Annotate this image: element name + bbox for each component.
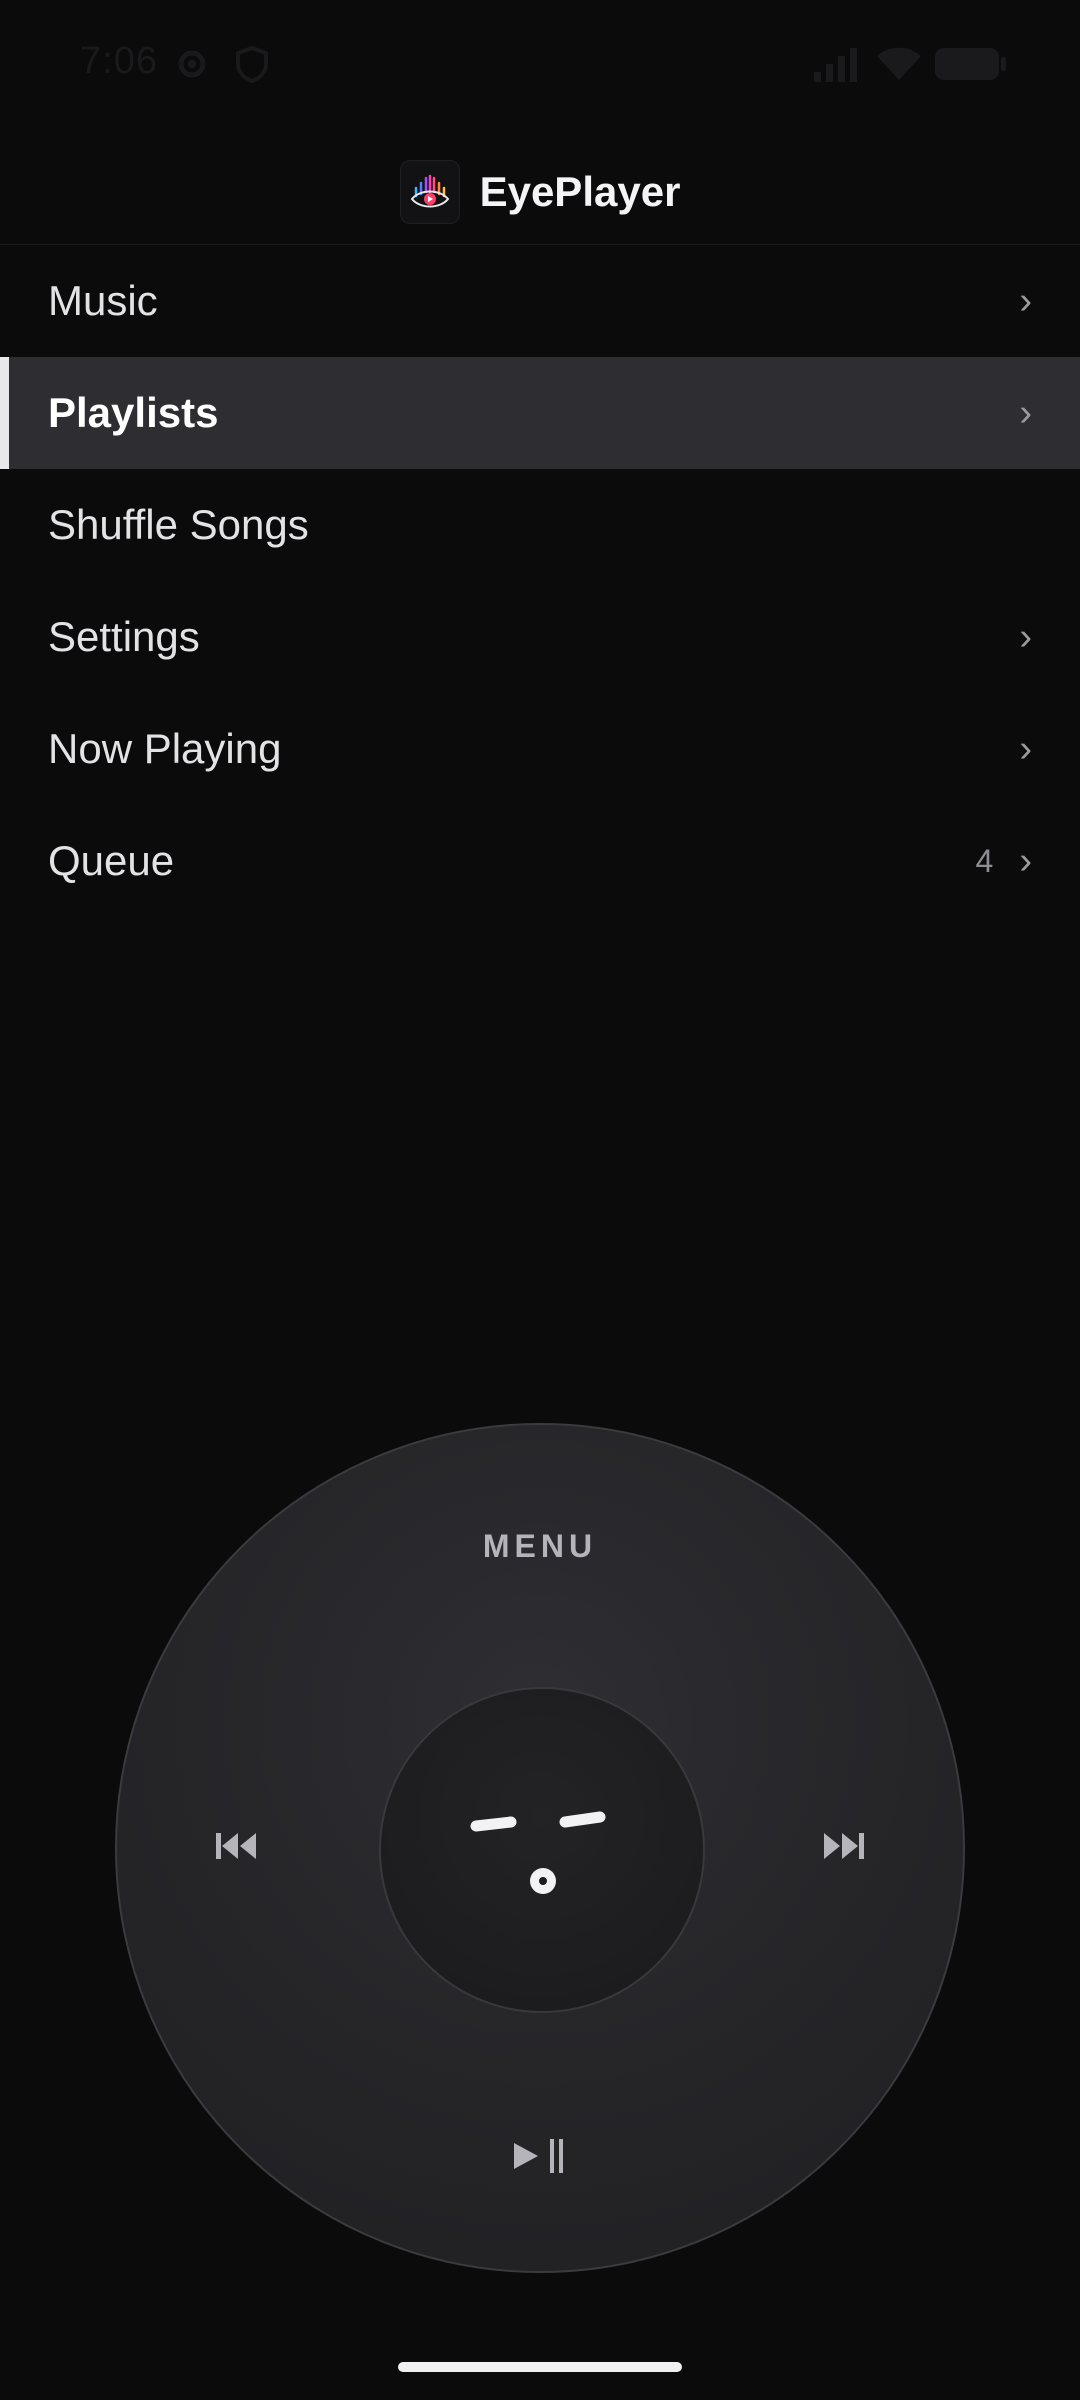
menu-item-settings[interactable]: Settings › [0, 581, 1080, 693]
click-wheel[interactable]: MENU [115, 1423, 965, 2273]
eye-play-logo-icon [399, 160, 460, 224]
menu-item-label: Now Playing [48, 725, 282, 772]
next-track-icon[interactable] [822, 1830, 866, 1867]
wifi-icon [874, 44, 924, 89]
menu-item-music[interactable]: Music › [0, 245, 1080, 357]
status-time: 7:06 [80, 40, 158, 82]
face-icon [470, 1811, 606, 1894]
app-header: EyePlayer [0, 140, 1080, 245]
menu-item-label: Playlists [48, 389, 219, 436]
status-bar: 7:06 [0, 0, 1080, 128]
menu-item-shuffle-songs[interactable]: Shuffle Songs [0, 469, 1080, 581]
battery-icon [934, 44, 1008, 89]
signal-icon [812, 44, 860, 89]
settings-gear-icon [172, 44, 212, 89]
previous-track-icon[interactable] [214, 1830, 258, 1867]
center-select-button[interactable] [379, 1687, 705, 2013]
menu-item-label: Shuffle Songs [48, 501, 309, 548]
menu-item-queue[interactable]: Queue 4 › [0, 805, 1080, 917]
app-title: EyePlayer [479, 168, 681, 215]
chevron-right-icon: › [1019, 839, 1032, 882]
menu-item-playlists[interactable]: Playlists › [0, 357, 1080, 469]
menu-item-label: Queue [48, 837, 175, 884]
chevron-right-icon: › [1019, 727, 1032, 770]
chevron-right-icon: › [1019, 615, 1032, 658]
chevron-right-icon: › [1019, 391, 1032, 434]
home-indicator[interactable] [398, 2362, 682, 2372]
queue-count-badge: 4 [975, 842, 994, 879]
play-pause-icon[interactable] [117, 2137, 963, 2180]
menu-item-now-playing[interactable]: Now Playing › [0, 693, 1080, 805]
menu-list: Music › Playlists › Shuffle Songs Settin… [0, 245, 1080, 917]
shield-icon [232, 44, 272, 89]
wheel-menu-button[interactable]: MENU [117, 1528, 963, 1565]
chevron-right-icon: › [1019, 279, 1032, 322]
menu-item-label: Music [48, 277, 158, 324]
menu-item-label: Settings [48, 613, 200, 660]
